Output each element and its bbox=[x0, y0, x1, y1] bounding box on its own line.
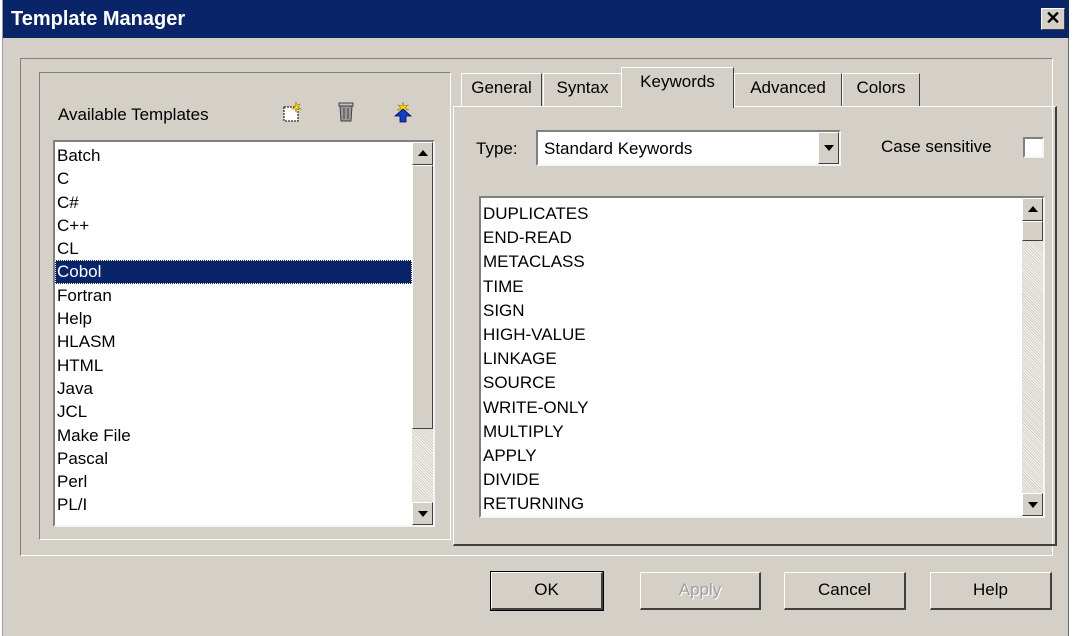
tab-keywords-label: Keywords bbox=[640, 72, 715, 91]
keywords-list: DUPLICATES END-READ METACLASS TIME SIGN HIGH-… bbox=[481, 202, 1022, 516]
template-list-item[interactable]: C# bbox=[55, 191, 412, 214]
template-list-item[interactable]: C++ bbox=[55, 214, 412, 237]
keyword-list-item[interactable]: WRITE-ONLY bbox=[481, 396, 1022, 420]
keyword-list-item[interactable]: SIGN bbox=[481, 299, 1022, 323]
keywords-listbox[interactable]: DUPLICATES END-READ METACLASS TIME SIGN HIGH-… bbox=[479, 196, 1045, 518]
keyword-list-item[interactable]: TIME bbox=[481, 275, 1022, 299]
delete-template-icon[interactable] bbox=[335, 101, 357, 123]
case-sensitive-label: Case sensitive bbox=[881, 137, 992, 156]
case-sensitive-checkbox[interactable] bbox=[1023, 137, 1044, 158]
keyword-list-item[interactable]: DIVIDE bbox=[481, 468, 1022, 492]
template-list-item[interactable]: HLASM bbox=[55, 330, 412, 353]
tab-general[interactable]: General bbox=[461, 73, 542, 106]
tab-advanced-label: Advanced bbox=[750, 78, 826, 97]
templates-list: Batch C C# C++ CL Cobol Fortran Help HLASM HTML Ja… bbox=[55, 144, 412, 517]
templates-listbox[interactable]: Batch C C# C++ CL Cobol Fortran Help HLASM HTML Ja… bbox=[53, 140, 435, 527]
keyword-list-item[interactable]: MULTIPLY bbox=[481, 420, 1022, 444]
tab-general-label: General bbox=[471, 78, 532, 97]
arrow-up-icon bbox=[418, 150, 428, 156]
keyword-list-item[interactable]: LINKAGE bbox=[481, 347, 1022, 371]
window-title: Template Manager bbox=[11, 8, 186, 30]
keyword-list-item[interactable]: HIGH-VALUE bbox=[481, 323, 1022, 347]
template-list-item[interactable]: Fortran bbox=[55, 284, 412, 307]
template-list-item[interactable]: Java bbox=[55, 377, 412, 400]
template-list-item[interactable]: Cobol bbox=[55, 260, 412, 284]
template-list-item[interactable]: Help bbox=[55, 307, 412, 330]
scroll-up-button[interactable] bbox=[412, 142, 433, 165]
apply-button[interactable]: Apply bbox=[640, 572, 761, 610]
keyword-list-item[interactable]: DUPLICATES bbox=[481, 202, 1022, 226]
tab-colors[interactable]: Colors bbox=[842, 73, 920, 106]
arrow-up-icon bbox=[1028, 206, 1038, 212]
template-list-item[interactable]: Pascal bbox=[55, 447, 412, 470]
scroll-thumb[interactable] bbox=[412, 165, 433, 429]
scroll-down-button[interactable] bbox=[1022, 493, 1043, 516]
title-bar[interactable]: Template Manager ✕ bbox=[3, 0, 1069, 38]
tab-syntax-label: Syntax bbox=[556, 78, 609, 97]
template-list-item[interactable]: C bbox=[55, 167, 412, 190]
type-label: Type: bbox=[476, 139, 518, 158]
tab-advanced[interactable]: Advanced bbox=[734, 73, 842, 106]
template-list-item[interactable]: Batch bbox=[55, 144, 412, 167]
arrow-down-icon bbox=[1028, 502, 1038, 508]
arrow-down-icon bbox=[418, 511, 428, 517]
close-icon: ✕ bbox=[1045, 8, 1061, 28]
new-template-icon[interactable] bbox=[281, 101, 303, 123]
keyword-list-item[interactable]: SOURCE bbox=[481, 371, 1022, 395]
scroll-down-button[interactable] bbox=[412, 502, 433, 525]
type-dropdown-value: Standard Keywords bbox=[544, 139, 693, 158]
template-manager-window: Template Manager ✕ Available Templates B… bbox=[2, 0, 1069, 636]
keywords-scrollbar[interactable] bbox=[1022, 198, 1043, 516]
keyword-list-item[interactable]: APPLY bbox=[481, 444, 1022, 468]
close-button[interactable]: ✕ bbox=[1041, 8, 1065, 30]
template-list-item[interactable]: Make File bbox=[55, 424, 412, 447]
templates-scrollbar[interactable] bbox=[412, 142, 433, 525]
scroll-up-button[interactable] bbox=[1022, 198, 1043, 221]
tab-syntax[interactable]: Syntax bbox=[543, 73, 622, 106]
cancel-button[interactable]: Cancel bbox=[784, 572, 906, 610]
tab-colors-label: Colors bbox=[856, 78, 906, 97]
template-list-item[interactable]: HTML bbox=[55, 354, 412, 377]
import-template-icon[interactable] bbox=[392, 101, 414, 123]
template-list-item[interactable]: CL bbox=[55, 237, 412, 260]
keyword-list-item[interactable]: RETURNING bbox=[481, 492, 1022, 516]
chevron-down-icon bbox=[824, 145, 834, 151]
dropdown-button[interactable] bbox=[818, 132, 839, 164]
help-button[interactable]: Help bbox=[930, 572, 1052, 610]
template-list-item[interactable]: PL/I bbox=[55, 493, 412, 516]
tab-keywords[interactable]: Keywords bbox=[621, 67, 734, 108]
template-list-item[interactable]: JCL bbox=[55, 400, 412, 423]
template-list-item[interactable]: Perl bbox=[55, 470, 412, 493]
keyword-list-item[interactable]: METACLASS bbox=[481, 250, 1022, 274]
keyword-list-item[interactable]: END-READ bbox=[481, 226, 1022, 250]
available-templates-label: Available Templates bbox=[58, 105, 209, 124]
type-dropdown[interactable]: Standard Keywords bbox=[536, 130, 841, 166]
ok-button[interactable]: OK bbox=[490, 571, 604, 611]
scroll-thumb[interactable] bbox=[1022, 221, 1043, 241]
